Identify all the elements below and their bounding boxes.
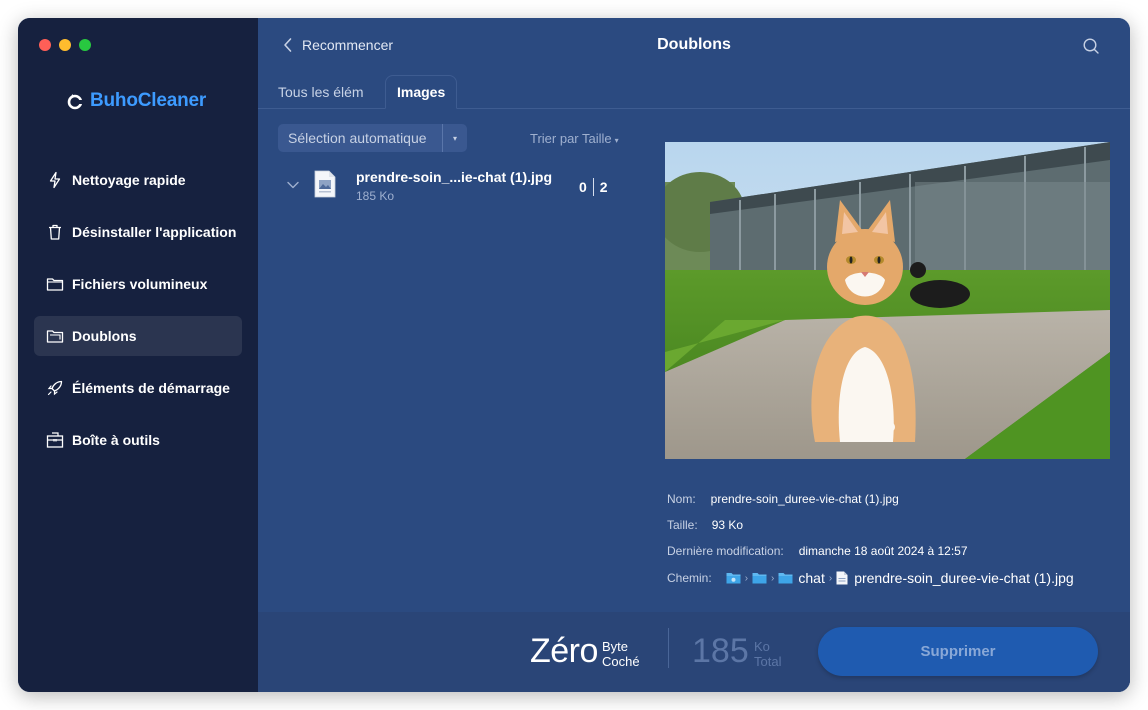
trash-icon (49, 224, 61, 240)
image-preview (665, 142, 1110, 459)
checked-size-unit: Byte Coché (602, 639, 640, 669)
search-icon[interactable] (1082, 37, 1100, 55)
path-folder-chat[interactable]: chat (798, 570, 824, 586)
folder-icon[interactable] (778, 572, 793, 584)
detail-size-label: Taille: (667, 518, 698, 532)
chevron-down-icon[interactable] (287, 181, 299, 189)
folder-icon[interactable] (752, 572, 767, 584)
detail-size: Taille: 93 Ko (667, 518, 743, 532)
path-separator-icon: › (828, 572, 833, 584)
duplicate-folder-icon (46, 330, 64, 343)
checked-count: 0 (579, 179, 587, 195)
top-bar: Recommencer Doublons (258, 18, 1130, 74)
app-name: BuhoCleaner (90, 90, 207, 111)
auto-selection-label: Sélection automatique (288, 130, 427, 146)
close-button[interactable] (39, 39, 51, 51)
detail-name-value: prendre-soin_duree-vie-chat (1).jpg (710, 492, 899, 506)
count-divider (592, 178, 594, 196)
sidebar-item-doublons[interactable]: Doublons (34, 316, 242, 356)
sidebar-item-label: Doublons (72, 328, 137, 344)
sidebar-item-label: Désinstaller l'application (72, 224, 237, 240)
bottom-bar: Zéro Byte Coché 185 Ko Total Supprimer (258, 612, 1130, 692)
selection-count: 0 2 (579, 178, 608, 196)
checked-label: Coché (602, 654, 640, 669)
total-count: 2 (599, 179, 608, 195)
lightning-icon (49, 171, 61, 189)
checked-size-value: Zéro (530, 632, 598, 670)
total-unit: Ko (754, 639, 770, 654)
app-logo: BuhoCleaner (66, 90, 206, 112)
total-size-unit: Ko Total (754, 639, 781, 669)
path-breadcrumb: › › chat › prendre-soin_duree-vie-chat (… (726, 570, 1074, 586)
file-name: prendre-soin_...ie-chat (1).jpg (356, 169, 553, 185)
checked-unit: Byte (602, 639, 629, 654)
footer-divider (668, 628, 669, 668)
sort-caret-icon: ▾ (614, 136, 619, 145)
detail-path: Chemin: › › chat › prendre-soin_duree-vi… (667, 570, 1074, 586)
sort-by-size[interactable]: Trier par Taille ▾ (530, 131, 619, 146)
tab-tous-les-elements[interactable]: Tous les élém (278, 75, 364, 109)
rocket-icon (47, 380, 63, 396)
path-file[interactable]: prendre-soin_duree-vie-chat (1).jpg (854, 570, 1073, 586)
detail-size-value: 93 Ko (711, 518, 744, 532)
chevron-left-icon (284, 38, 292, 52)
tab-images[interactable]: Images (385, 75, 458, 109)
folder-icon[interactable] (726, 572, 741, 584)
tab-bar: Tous les élém Images (258, 75, 1130, 109)
minimize-button[interactable] (59, 39, 71, 51)
zoom-button[interactable] (79, 39, 91, 51)
total-label: Total (754, 654, 782, 669)
image-file-icon (314, 170, 336, 198)
sort-label: Trier par Taille (530, 131, 612, 146)
sidebar-item-label: Fichiers volumineux (72, 276, 208, 292)
cat-photo (665, 142, 1110, 459)
detail-name: Nom: prendre-soin_duree-vie-chat (1).jpg (667, 492, 899, 506)
sidebar-item-boite-a-outils[interactable]: Boîte à outils (34, 420, 242, 460)
file-size: 185 Ko (356, 189, 395, 203)
delete-button[interactable]: Supprimer (818, 627, 1098, 676)
path-separator-icon: › (744, 572, 749, 584)
sidebar-nav: Nettoyage rapide Désinstaller l'applicat… (34, 160, 242, 472)
detail-modified-value: dimanche 18 août 2024 à 12:57 (798, 544, 968, 558)
auto-selection-dropdown[interactable]: Sélection automatique ▾ (278, 124, 467, 152)
detail-modified-label: Dernière modification: (667, 544, 784, 558)
detail-path-label: Chemin: (667, 571, 712, 585)
sidebar-item-label: Éléments de démarrage (72, 380, 230, 396)
dropdown-arrow-icon[interactable]: ▾ (442, 124, 467, 152)
main-panel: Recommencer Doublons Tous les élém Image… (258, 18, 1130, 692)
total-size-value: 185 (692, 632, 749, 670)
document-icon (836, 571, 848, 585)
sidebar-item-desinstaller[interactable]: Désinstaller l'application (34, 212, 242, 252)
sidebar-item-fichiers-volumineux[interactable]: Fichiers volumineux (34, 264, 242, 304)
back-label: Recommencer (302, 37, 394, 53)
folder-icon (46, 278, 64, 291)
sidebar: BuhoCleaner Nettoyage rapide Désinstalle… (18, 18, 258, 692)
buhocleaner-logo-icon (67, 94, 83, 110)
toolbox-icon (46, 432, 64, 448)
back-button[interactable]: Recommencer (282, 37, 393, 53)
sidebar-item-nettoyage-rapide[interactable]: Nettoyage rapide (34, 160, 242, 200)
sidebar-item-elements-demarrage[interactable]: Éléments de démarrage (34, 368, 242, 408)
app-window: BuhoCleaner Nettoyage rapide Désinstalle… (18, 18, 1130, 692)
window-controls (39, 39, 91, 51)
sidebar-item-label: Boîte à outils (72, 432, 160, 448)
sidebar-item-label: Nettoyage rapide (72, 172, 186, 188)
path-separator-icon: › (771, 572, 775, 584)
file-group-row[interactable]: prendre-soin_...ie-chat (1).jpg 185 Ko 0… (278, 166, 638, 216)
detail-modified: Dernière modification: dimanche 18 août … (667, 544, 968, 558)
detail-name-label: Nom: (667, 492, 696, 506)
